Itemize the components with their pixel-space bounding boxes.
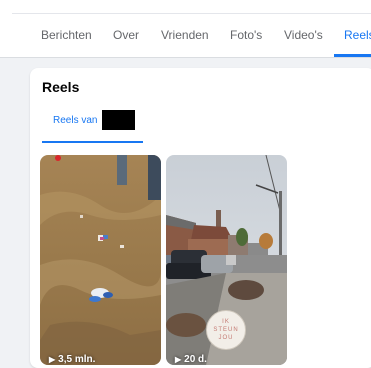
profile-tab-bar: Berichten Over Vrienden Foto's Video's R… — [0, 0, 371, 58]
subtab-reels-van[interactable]: Reels van — [53, 115, 97, 126]
reel-views-street: ▶ 20 d. — [175, 354, 207, 365]
top-divider — [12, 13, 371, 14]
subtab-indicator — [42, 141, 143, 143]
tab-berichten[interactable]: Berichten — [41, 28, 92, 42]
tab-reels[interactable]: Reels — [344, 28, 371, 42]
tab-fotos[interactable]: Foto's — [230, 28, 262, 42]
logo-line-2: STEUN — [213, 327, 239, 333]
reels-card-title: Reels — [42, 79, 80, 95]
redacted-name — [102, 110, 135, 130]
ik-steun-jou-logo: IK STEUN JOU — [206, 310, 246, 350]
beach-image — [40, 155, 161, 365]
reel-views-label: 3,5 mln. — [58, 354, 96, 365]
active-tab-indicator — [334, 54, 371, 57]
logo-line-1: IK — [222, 319, 230, 325]
play-icon: ▶ — [175, 355, 182, 364]
play-icon: ▶ — [49, 355, 56, 364]
reel-thumbnail-street[interactable]: IK STEUN JOU ▶ 20 d. — [166, 155, 287, 365]
reel-thumbnail-beach[interactable]: ▶ 3,5 mln. — [40, 155, 161, 365]
tab-over[interactable]: Over — [113, 28, 139, 42]
tab-videos[interactable]: Video's — [284, 28, 323, 42]
reel-views-beach: ▶ 3,5 mln. — [49, 354, 95, 365]
reel-views-label: 20 d. — [184, 354, 207, 365]
reels-card: Reels Reels van ▶ 3,5 mln. IK STEUN JOU … — [30, 68, 371, 368]
tab-vrienden[interactable]: Vrienden — [161, 28, 209, 42]
logo-line-3: JOU — [218, 335, 234, 341]
